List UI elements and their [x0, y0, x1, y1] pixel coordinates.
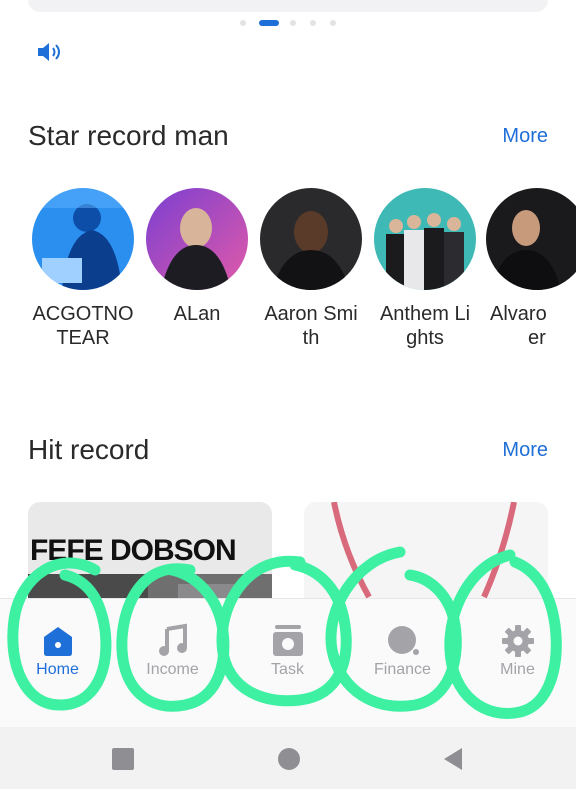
- nav-item-task[interactable]: Task: [230, 599, 345, 727]
- more-link-star[interactable]: More: [502, 125, 548, 148]
- artist-name: ALan: [173, 303, 221, 325]
- nav-label-income: Income: [146, 661, 199, 678]
- artist-avatar: [146, 188, 248, 290]
- artist-avatar: [486, 188, 576, 290]
- home-icon: [44, 627, 72, 656]
- carousel-card[interactable]: [28, 0, 548, 12]
- carousel-dot[interactable]: [310, 20, 316, 26]
- system-nav-bar: [0, 727, 576, 789]
- bottom-nav: Home Income Task Finance Mine: [0, 598, 576, 727]
- artist-avatar: [374, 188, 476, 290]
- carousel-dot-active[interactable]: [259, 20, 279, 26]
- artist-name: Alvaro er: [490, 303, 547, 349]
- artist-card[interactable]: Alvaro er: [486, 188, 576, 350]
- nav-item-mine[interactable]: Mine: [460, 599, 575, 727]
- nav-label-task: Task: [271, 661, 304, 678]
- speaker-icon[interactable]: [36, 40, 64, 64]
- nav-item-income[interactable]: Income: [115, 599, 230, 727]
- carousel-indicator: [0, 20, 576, 28]
- artist-card[interactable]: ACGOTNO TEAR: [30, 188, 136, 350]
- back-icon[interactable]: [440, 746, 466, 772]
- artist-avatar: [32, 188, 134, 290]
- carousel-dot[interactable]: [290, 20, 296, 26]
- artist-avatar: [260, 188, 362, 290]
- nav-item-finance[interactable]: Finance: [345, 599, 460, 727]
- nav-label-home: Home: [36, 661, 79, 678]
- artist-name: ACGOTNO TEAR: [32, 303, 134, 349]
- artist-name: Anthem Li ghts: [379, 303, 471, 349]
- nav-item-home[interactable]: Home: [0, 599, 115, 727]
- task-icon: [273, 625, 303, 656]
- artist-card[interactable]: Anthem Li ghts: [372, 188, 478, 350]
- section-title-star: Star record man: [28, 120, 229, 151]
- section-title-hit: Hit record: [28, 434, 150, 465]
- more-link-hit[interactable]: More: [502, 439, 548, 462]
- carousel-dot[interactable]: [330, 20, 336, 26]
- home-circle-icon[interactable]: [276, 746, 302, 772]
- nav-label-mine: Mine: [500, 661, 535, 678]
- artist-card[interactable]: ALan: [144, 188, 250, 326]
- hit-record-cover-text: FEFE DOBSON: [30, 534, 237, 567]
- recent-apps-icon[interactable]: [110, 746, 136, 772]
- nav-label-finance: Finance: [374, 661, 431, 678]
- finance-icon: [388, 626, 419, 655]
- carousel-dot[interactable]: [240, 20, 246, 26]
- artist-card[interactable]: Aaron Smi th: [258, 188, 364, 350]
- gear-icon: [502, 625, 534, 657]
- artist-name: Aaron Smi th: [264, 303, 358, 349]
- music-note-icon: [159, 623, 187, 656]
